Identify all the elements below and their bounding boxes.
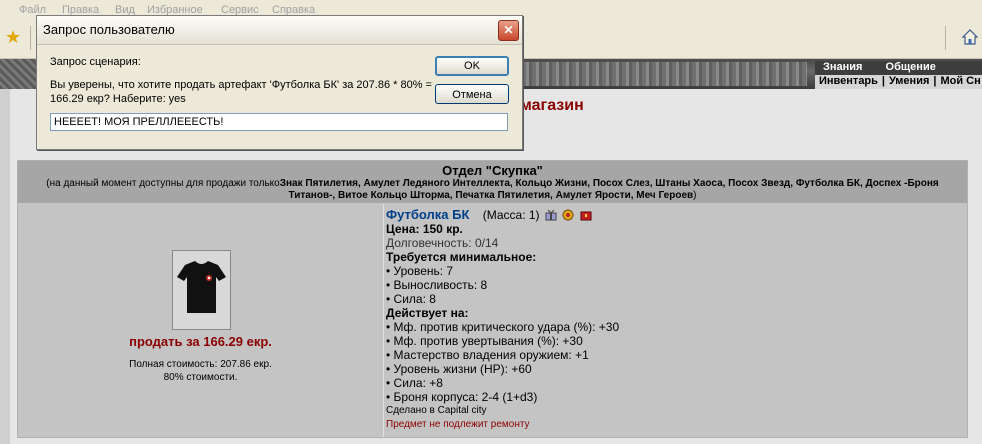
menu-my-sn[interactable]: Мой Сн: [938, 75, 982, 87]
repair-note: Предмет не подлежит ремонту: [386, 419, 530, 430]
cancel-button[interactable]: Отмена: [435, 84, 509, 104]
sub-menu: Инвентарь | Умения | Мой Сн: [815, 75, 982, 89]
dialog-title: Запрос пользователю: [43, 22, 175, 37]
item-mass: (Масса: 1): [482, 208, 540, 222]
available-items-text: (на данный момент доступны для продажи т…: [18, 178, 967, 202]
effect-item: • Мф. против увертывания (%): +30: [386, 334, 583, 348]
prompt-dialog: Запрос пользователю ✕ Запрос сценария: В…: [36, 15, 523, 150]
tshirt-image: [172, 250, 231, 330]
effect-item: • Броня корпуса: 2-4 (1+d3): [386, 390, 538, 404]
requirement-item: • Уровень: 7: [386, 264, 454, 278]
full-cost-text: Полная стоимость: 207.86 екр.: [129, 359, 272, 370]
effect-item: • Сила: +8: [386, 376, 443, 390]
gift-icon: [545, 209, 557, 221]
shield-icon: [562, 209, 574, 221]
item-durability: Долговечность: 0/14: [386, 236, 499, 250]
menu-divider: |: [933, 75, 937, 87]
chest-icon: [580, 211, 592, 221]
sell-link[interactable]: продать за 166.29 екр.: [18, 334, 383, 349]
shop-header: Отдел "Скупка" (на данный момент доступн…: [18, 161, 967, 203]
effects-title: Действует на:: [386, 306, 469, 320]
page-title: магазин: [520, 97, 584, 114]
page-left-strip: [0, 89, 10, 444]
banner-texture: [522, 62, 807, 86]
item-image-cell: продать за 166.29 екр. Полная стоимость:…: [18, 204, 384, 437]
menu-inventory[interactable]: Инвентарь: [817, 75, 880, 87]
ok-button[interactable]: OK: [435, 56, 509, 76]
effect-item: • Мастерство владения оружием: +1: [386, 348, 589, 362]
menu-communication[interactable]: Общение: [880, 61, 942, 73]
effect-item: • Мф. против критического удара (%): +30: [386, 320, 620, 334]
made-in-text: Сделано в Capital city: [386, 405, 487, 416]
home-icon[interactable]: [961, 28, 979, 46]
available-items-list: Знак Пятилетия, Амулет Ледяного Интеллек…: [279, 178, 939, 201]
requirements-title: Требуется минимальное:: [386, 250, 537, 264]
department-title: Отдел "Скупка": [442, 163, 543, 178]
shop-table: Отдел "Скупка" (на данный момент доступн…: [17, 160, 968, 438]
available-prefix: (на данный момент доступны для продажи т…: [46, 178, 280, 189]
available-suffix: ): [693, 190, 697, 201]
menu-skills[interactable]: Умения: [887, 75, 931, 87]
item-info: Футболка БК (Масса: 1) Цена: 150 кр. Дол…: [386, 208, 956, 432]
percent-cost-text: 80% стоимости.: [163, 372, 238, 383]
close-icon[interactable]: ✕: [498, 20, 519, 41]
prompt-input[interactable]: [50, 113, 508, 131]
item-name[interactable]: Футболка БК: [386, 207, 469, 222]
dialog-titlebar: Запрос пользователю ✕: [37, 16, 522, 45]
shop-row: продать за 166.29 екр. Полная стоимость:…: [18, 204, 967, 437]
menu-knowledge[interactable]: Знания: [817, 61, 868, 73]
favorites-star-icon[interactable]: ★: [5, 28, 21, 46]
item-title-row: Футболка БК (Масса: 1): [386, 208, 956, 222]
dialog-label: Запрос сценария:: [50, 56, 141, 68]
banner-texture: [0, 59, 40, 89]
toolbar-separator: [945, 26, 946, 50]
top-menu: Знания Общение: [815, 61, 982, 75]
toolbar-separator: [30, 26, 31, 50]
effect-item: • Уровень жизни (HP): +60: [386, 362, 532, 376]
requirement-item: • Сила: 8: [386, 292, 436, 306]
item-price: Цена: 150 кр.: [386, 222, 463, 236]
menu-divider: |: [881, 75, 885, 87]
dialog-message: Вы уверены, что хотите продать артефакт …: [50, 79, 432, 105]
requirement-item: • Выносливость: 8: [386, 278, 488, 292]
